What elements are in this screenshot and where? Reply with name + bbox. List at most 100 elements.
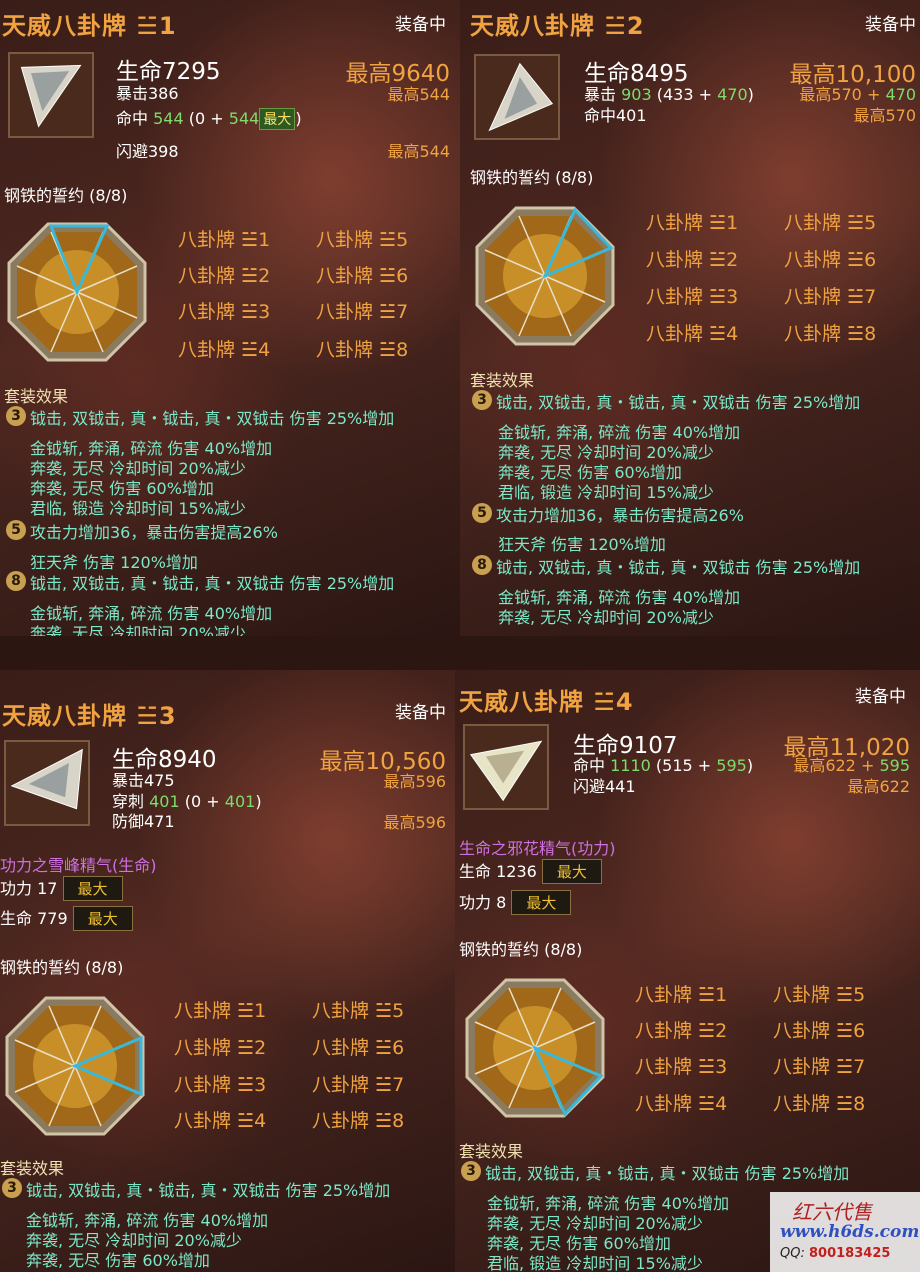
max-badge: 最大	[541, 859, 602, 884]
item-icon	[4, 740, 90, 826]
set-octagon-icon	[5, 996, 145, 1136]
stat-value: 544	[153, 109, 184, 128]
tier-5-effect: 攻击力增加36，暴击伤害提高26%	[496, 506, 744, 525]
qq-number: 800183425	[809, 1246, 891, 1261]
set-piece-2: 八卦牌 ☱2	[174, 1037, 267, 1059]
set-piece-8: 八卦牌 ☱8	[773, 1093, 866, 1115]
set-piece-1: 八卦牌 ☱1	[646, 212, 739, 234]
set-name: 钢铁的誓约 (8/8)	[4, 186, 128, 205]
spirit-stat-label: 生命 779	[0, 909, 68, 928]
set-piece-2: 八卦牌 ☱2	[635, 1020, 728, 1042]
watermark-qq: QQ: 800183425	[780, 1246, 890, 1261]
stat-base: (0 +	[184, 792, 220, 811]
item-title: 天威八卦牌 ☱4	[459, 688, 634, 716]
set-piece-6: 八卦牌 ☱6	[773, 1020, 866, 1042]
set-piece-2: 八卦牌 ☱2	[178, 265, 271, 287]
spirit-stat-label: 功力 8	[459, 893, 507, 912]
stat-paren: )	[746, 756, 754, 775]
set-piece-8: 八卦牌 ☱8	[316, 339, 409, 361]
set-piece-7: 八卦牌 ☱7	[773, 1056, 866, 1078]
max-critical: 最高544	[387, 85, 450, 104]
set-piece-3: 八卦牌 ☱3	[174, 1074, 267, 1096]
tier-3-effect: 钺击, 双钺击, 真・钺击, 真・双钺击 伤害 25%增加	[26, 1181, 391, 1200]
item-icon	[8, 52, 94, 138]
set-piece-5: 八卦牌 ☱5	[784, 212, 877, 234]
tier-8-sub-2: 奔袭, 无尽 冷却时间 20%减少	[30, 624, 246, 636]
stat-base: (515 +	[655, 756, 712, 775]
set-piece-8: 八卦牌 ☱8	[784, 323, 877, 345]
page: 天威八卦牌 ☱1 装备中 生命7295 暴击386 命中 544 (0 + 54…	[0, 0, 920, 1272]
set-piece-7: 八卦牌 ☱7	[316, 301, 409, 323]
stat-base: (433 +	[656, 85, 713, 104]
tier-8-effect: 钺击, 双钺击, 真・钺击, 真・双钺击 伤害 25%增加	[30, 574, 395, 593]
spirit-stat-1: 功力 17 最大	[0, 875, 123, 901]
tier-5-badge: 5	[6, 520, 26, 540]
tier-3-effect: 钺击, 双钺击, 真・钺击, 真・双钺击 伤害 25%增加	[485, 1164, 850, 1183]
spirit-name: 生命之邪花精气(功力)	[459, 839, 616, 858]
stat-bonus: 470	[717, 85, 748, 104]
tier-8-badge: 8	[6, 571, 26, 591]
tier-8-sub-2: 奔袭, 无尽 冷却时间 20%减少	[498, 608, 714, 627]
stat-paren: )	[295, 109, 302, 128]
max-critical: 最高596	[383, 772, 446, 791]
item-title: 天威八卦牌 ☱2	[470, 12, 645, 40]
tier-8-effect: 钺击, 双钺击, 真・钺击, 真・双钺击 伤害 25%增加	[496, 558, 861, 577]
tier-3-sub-4: 君临, 锻造 冷却时间 15%减少	[487, 1254, 703, 1272]
equipped-label: 装备中	[395, 703, 446, 723]
stat-accuracy: 命中 544 (0 + 544 最大)	[116, 105, 302, 130]
tier-3-badge: 3	[6, 406, 26, 426]
item-tooltip-2: 天威八卦牌 ☱2 装备中 生命8495 暴击 903 (433 + 470) 命…	[460, 0, 920, 636]
max-badge: 最大	[62, 876, 123, 901]
watermark-name: 红六代售	[792, 1200, 872, 1224]
max-accuracy: 最高570	[853, 106, 916, 125]
stat-bonus: 595	[716, 756, 747, 775]
set-octagon-icon	[465, 978, 605, 1118]
set-piece-4: 八卦牌 ☱4	[174, 1110, 267, 1132]
stat-evasion: 闪避441	[573, 777, 636, 796]
stat-paren: )	[255, 792, 262, 811]
stat-accuracy: 命中401	[584, 106, 647, 125]
spirit-name: 功力之雪峰精气(生命)	[0, 856, 157, 875]
set-piece-3: 八卦牌 ☱3	[635, 1056, 728, 1078]
tier-5-effect: 攻击力增加36，暴击伤害提高26%	[30, 523, 278, 542]
set-piece-1: 八卦牌 ☱1	[178, 229, 271, 251]
stat-paren: )	[747, 85, 754, 104]
set-piece-7: 八卦牌 ☱7	[784, 286, 877, 308]
stat-base: (0 +	[188, 109, 224, 128]
set-piece-7: 八卦牌 ☱7	[312, 1074, 405, 1096]
equipped-label: 装备中	[395, 15, 446, 35]
panel-divider	[0, 636, 920, 670]
tier-5-badge: 5	[472, 503, 492, 523]
item-icon	[474, 54, 560, 140]
set-effect-title: 套装效果	[459, 1142, 524, 1161]
set-effect-title: 套装效果	[0, 1159, 65, 1178]
tier-3-sub-4: 君临, 锻造 冷却时间 15%减少	[30, 499, 246, 518]
item-tooltip-3: 天威八卦牌 ☱3 装备中 生命8940 暴击475 穿刺 401 (0 + 40…	[0, 670, 460, 1272]
max-badge: 最大	[259, 108, 296, 130]
tier-3-badge: 3	[2, 1178, 22, 1198]
tier-5-sub-1: 狂天斧 伤害 120%增加	[498, 535, 666, 554]
set-piece-8: 八卦牌 ☱8	[312, 1110, 405, 1132]
tier-3-sub-4: 君临, 锻造 冷却时间 15%减少	[498, 483, 714, 502]
stat-bonus: 401	[224, 792, 256, 811]
spirit-stat-label: 功力 17	[0, 879, 58, 898]
set-name: 钢铁的誓约 (8/8)	[0, 958, 124, 977]
stat-critical: 暴击386	[116, 84, 179, 103]
set-name: 钢铁的誓约 (8/8)	[459, 940, 583, 959]
set-piece-5: 八卦牌 ☱5	[312, 1000, 405, 1022]
item-title: 天威八卦牌 ☱1	[2, 12, 177, 40]
set-octagon-icon	[7, 222, 147, 362]
spirit-stat-2: 功力 8 最大	[459, 889, 572, 915]
max-defense: 最高596	[383, 813, 446, 832]
set-effect-title: 套装效果	[470, 371, 535, 390]
max-badge: 最大	[511, 890, 572, 915]
set-piece-3: 八卦牌 ☱3	[646, 286, 739, 308]
item-icon	[463, 724, 549, 810]
spirit-stat-label: 生命 1236	[459, 862, 537, 881]
max-evasion: 最高544	[387, 142, 450, 161]
tier-3-sub-3: 奔袭, 无尽 伤害 60%增加	[26, 1251, 210, 1270]
set-name: 钢铁的誓约 (8/8)	[470, 168, 594, 187]
set-piece-2: 八卦牌 ☱2	[646, 249, 739, 271]
stat-bonus: 544	[228, 109, 260, 128]
set-piece-3: 八卦牌 ☱3	[178, 301, 271, 323]
